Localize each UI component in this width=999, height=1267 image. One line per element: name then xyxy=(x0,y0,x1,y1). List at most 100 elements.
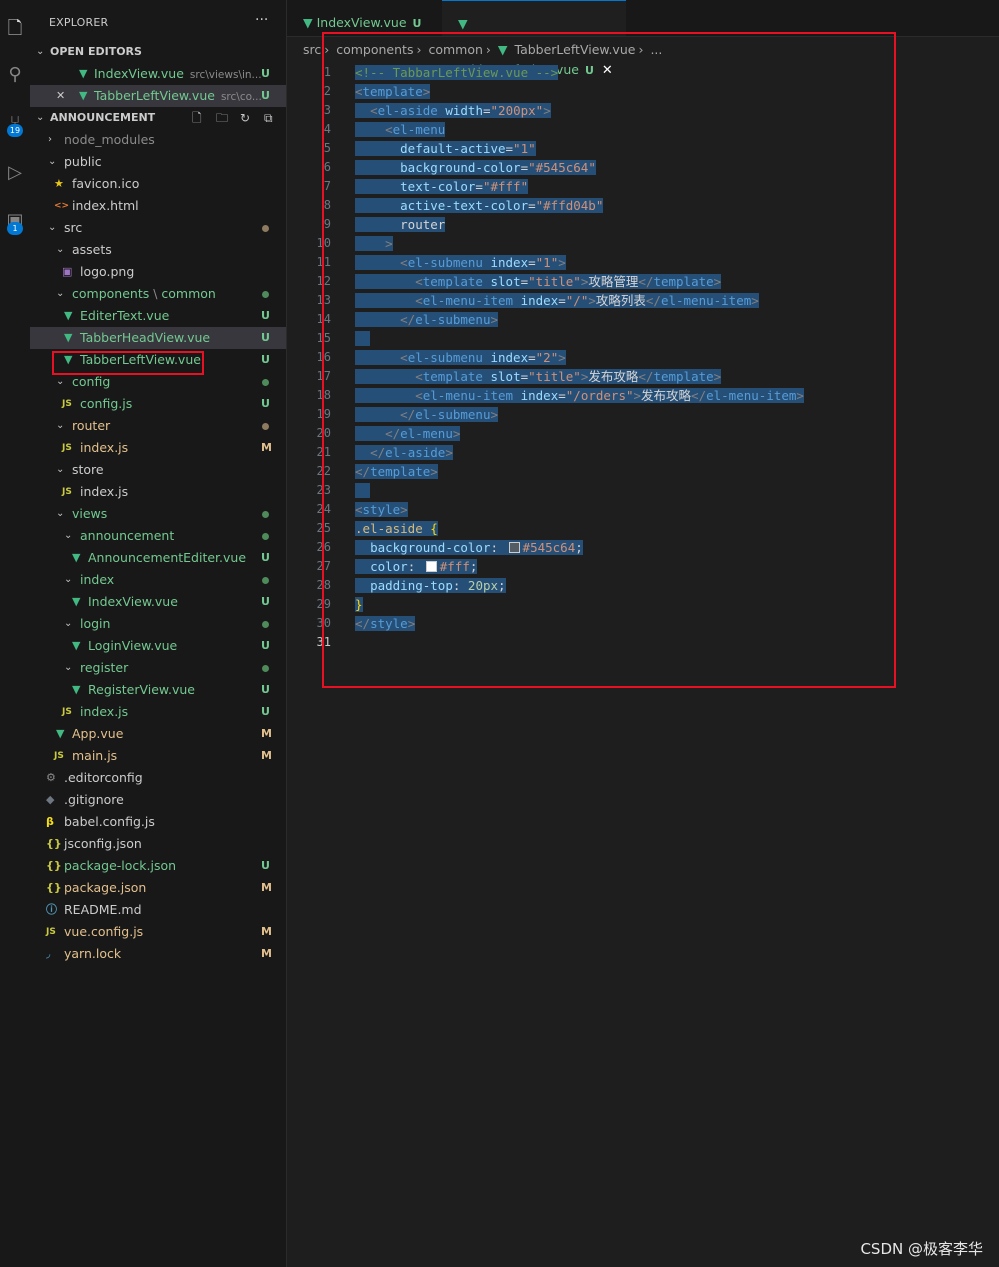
tree-file[interactable]: {} jsconfig.json xyxy=(30,833,286,855)
tree-file[interactable]: JS main.js M xyxy=(30,745,286,767)
watermark: CSDN @极客李华 xyxy=(860,1240,983,1258)
explorer-sidebar: EXPLORER ··· ⌄ OPEN EDITORS ▼ IndexView.… xyxy=(30,0,287,1267)
activity-bar: 🗋 ⚲ ⑂ 19 ▷ ▣ 1 xyxy=(0,0,31,1267)
untracked-dot xyxy=(262,379,269,386)
vue-file-icon: ▼ xyxy=(72,639,81,652)
tree-file[interactable]: JS index.js U xyxy=(30,701,286,723)
untracked-dot xyxy=(262,291,269,298)
tree-file[interactable]: ▼ TabberHeadView.vue U xyxy=(30,327,286,349)
html-file-icon: <> xyxy=(54,201,70,211)
extensions-badge: 1 xyxy=(7,222,23,235)
vue-file-icon: ▼ xyxy=(72,595,81,608)
untracked-dot xyxy=(262,511,269,518)
open-editors-header[interactable]: ⌄ OPEN EDITORS xyxy=(30,41,286,63)
tree-file[interactable]: JS config.js U xyxy=(30,393,286,415)
js-file-icon: JS xyxy=(62,399,72,409)
files-icon[interactable]: 🗋 xyxy=(0,14,30,44)
tree-file[interactable]: JS index.js xyxy=(30,481,286,503)
tab-tabberleftview[interactable]: ▼ TabberLeftView.vueU✕ xyxy=(442,0,626,78)
tree-file[interactable]: ◆ .gitignore xyxy=(30,789,286,811)
tree-file[interactable]: ▼ App.vue M xyxy=(30,723,286,745)
git-icon: ◆ xyxy=(46,793,55,806)
project-header[interactable]: ⌄ ANNOUNCEMENT 🗋 🗀 ↻ ⧉ xyxy=(30,107,286,129)
vue-file-icon: ▼ xyxy=(79,89,88,102)
json-file-icon: {} xyxy=(46,837,62,850)
collapse-all-icon[interactable]: ⧉ xyxy=(264,107,273,129)
tree-folder[interactable]: ⌄ announcement xyxy=(30,525,286,547)
new-file-icon[interactable]: 🗋 xyxy=(192,107,202,129)
tree-folder[interactable]: ⌄ components \ common xyxy=(30,283,286,305)
chevron-right-icon: › xyxy=(48,134,52,145)
highlight-box-file xyxy=(52,351,204,375)
open-editor-item[interactable]: ▼ IndexView.vue src\views\in... U xyxy=(30,63,286,85)
source-control-icon[interactable]: ⑂ 19 xyxy=(0,108,30,138)
tree-file[interactable]: ◞ yarn.lock M xyxy=(30,943,286,965)
tree-file[interactable]: {} package-lock.json U xyxy=(30,855,286,877)
tree-folder[interactable]: ⌄ assets xyxy=(30,239,286,261)
tree-file[interactable]: ▼ AnnouncementEditer.vue U xyxy=(30,547,286,569)
star-icon: ★ xyxy=(54,177,64,190)
explorer-title: EXPLORER xyxy=(49,16,109,29)
tab-indexview[interactable]: ▼ IndexView.vue U xyxy=(287,0,441,36)
tree-folder[interactable]: ⌄ public xyxy=(30,151,286,173)
extensions-icon[interactable]: ▣ 1 xyxy=(0,206,30,236)
tree-file[interactable]: ▼ RegisterView.vue U xyxy=(30,679,286,701)
chevron-down-icon: ⌄ xyxy=(56,420,65,431)
untracked-dot xyxy=(262,533,269,540)
vue-file-icon: ▼ xyxy=(72,551,81,564)
tree-folder[interactable]: ⌄ login xyxy=(30,613,286,635)
chevron-down-icon: ⌄ xyxy=(48,156,57,167)
tree-file[interactable]: <> index.html xyxy=(30,195,286,217)
chevron-down-icon: ⌄ xyxy=(64,618,73,629)
tree-folder[interactable]: › node_modules xyxy=(30,129,286,151)
untracked-dot xyxy=(262,577,269,584)
tree-file[interactable]: ▼ EditerText.vue U xyxy=(30,305,286,327)
tree-folder[interactable]: ⌄ src xyxy=(30,217,286,239)
refresh-icon[interactable]: ↻ xyxy=(240,107,250,129)
image-file-icon: ▣ xyxy=(62,265,73,278)
tree-file[interactable]: JS index.js M xyxy=(30,437,286,459)
search-icon[interactable]: ⚲ xyxy=(0,60,30,90)
info-icon: ⓘ xyxy=(46,903,57,916)
chevron-down-icon: ⌄ xyxy=(64,662,73,673)
chevron-down-icon: ⌄ xyxy=(36,112,45,123)
new-folder-icon[interactable]: 🗀 xyxy=(216,107,228,129)
vue-file-icon: ▼ xyxy=(56,727,65,740)
breadcrumb-item[interactable]: src xyxy=(303,42,321,57)
open-editor-item-active[interactable]: ✕ ▼ TabberLeftView.vue src\co... U xyxy=(30,85,286,107)
close-icon[interactable]: ✕ xyxy=(56,85,65,107)
gear-icon: ⚙ xyxy=(46,771,56,784)
chevron-down-icon: ⌄ xyxy=(56,244,65,255)
js-file-icon: JS xyxy=(62,487,72,497)
vue-file-icon: ▼ xyxy=(79,67,88,80)
tree-folder[interactable]: ⌄ router xyxy=(30,415,286,437)
modified-dot xyxy=(262,225,269,232)
vue-file-icon: ▼ xyxy=(458,16,468,31)
json-file-icon: {} xyxy=(46,881,62,894)
js-file-icon: JS xyxy=(62,707,72,717)
tree-file[interactable]: ⓘ README.md xyxy=(30,899,286,921)
source-control-badge: 19 xyxy=(7,124,23,137)
yarn-icon: ◞ xyxy=(46,947,51,960)
tree-file[interactable]: β babel.config.js xyxy=(30,811,286,833)
more-actions-icon[interactable]: ··· xyxy=(255,12,268,28)
run-debug-icon[interactable]: ▷ xyxy=(0,158,30,188)
vue-file-icon: ▼ xyxy=(303,15,313,30)
tree-folder[interactable]: ⌄ store xyxy=(30,459,286,481)
tree-file[interactable]: ⚙ .editorconfig xyxy=(30,767,286,789)
chevron-down-icon: ⌄ xyxy=(56,288,65,299)
chevron-down-icon: ⌄ xyxy=(56,464,65,475)
chevron-down-icon: ⌄ xyxy=(64,530,73,541)
tree-file[interactable]: ▼ IndexView.vue U xyxy=(30,591,286,613)
tree-folder[interactable]: ⌄ register xyxy=(30,657,286,679)
tree-file[interactable]: ▣ logo.png xyxy=(30,261,286,283)
babel-icon: β xyxy=(46,815,54,828)
js-file-icon: JS xyxy=(62,443,72,453)
chevron-down-icon: ⌄ xyxy=(36,46,45,57)
tree-file[interactable]: ★ favicon.ico xyxy=(30,173,286,195)
tree-file[interactable]: JS vue.config.js M xyxy=(30,921,286,943)
tree-folder[interactable]: ⌄ views xyxy=(30,503,286,525)
tree-file[interactable]: {} package.json M xyxy=(30,877,286,899)
tree-file[interactable]: ▼ LoginView.vue U xyxy=(30,635,286,657)
tree-folder[interactable]: ⌄ index xyxy=(30,569,286,591)
